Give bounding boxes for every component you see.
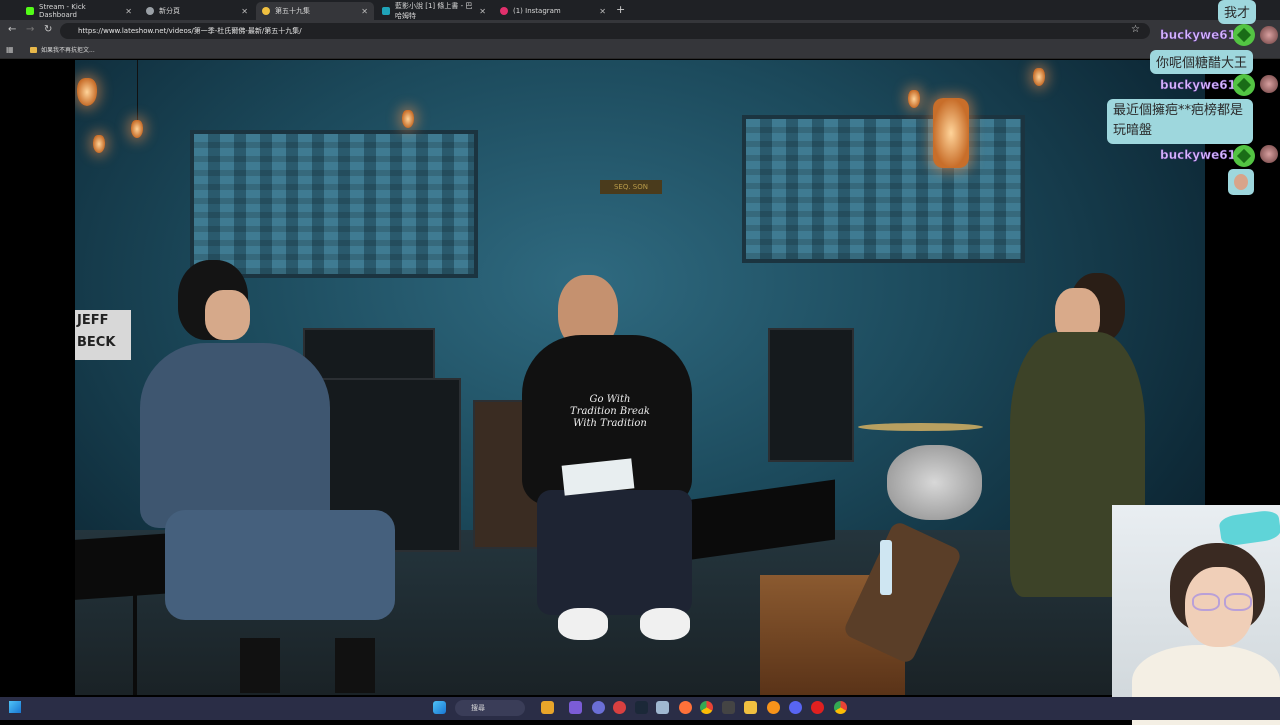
chat-message: 你呢個糖醋大王 — [1150, 50, 1254, 74]
wall-sign: SEQ. SON — [600, 180, 662, 194]
close-icon[interactable]: ✕ — [361, 7, 368, 16]
bahamut-icon — [382, 7, 390, 15]
glasses — [1192, 593, 1220, 611]
chat-username: buckywe615 — [1160, 148, 1245, 162]
address-bar[interactable]: https://www.lateshow.net/videos/第一季-杜氏爾佛… — [60, 23, 1150, 39]
hair-bow — [1218, 508, 1280, 548]
firefox-icon[interactable] — [679, 701, 692, 714]
chat-username: buckywe615 — [1160, 28, 1245, 42]
app-icon[interactable] — [811, 701, 824, 714]
tab-label: (1) Instagram — [513, 7, 561, 15]
instagram-icon — [500, 7, 508, 15]
apps-grid-icon[interactable]: ▦ — [6, 45, 14, 54]
tab-bahamut[interactable]: 藍影小說 [1] 條上書 - 巴哈姆特 ✕ — [376, 2, 492, 20]
music-stand-pole — [133, 590, 137, 695]
avatar — [1260, 75, 1278, 93]
app-icon[interactable] — [613, 701, 626, 714]
close-icon[interactable]: ✕ — [479, 7, 486, 16]
cymbal — [858, 423, 983, 431]
close-icon[interactable]: ✕ — [599, 7, 606, 16]
pendant-lamp — [77, 78, 97, 106]
close-icon[interactable]: ✕ — [125, 7, 132, 16]
close-icon[interactable]: ✕ — [241, 7, 248, 16]
app-icon[interactable] — [767, 701, 780, 714]
app-icon[interactable] — [569, 701, 582, 714]
new-tab-button[interactable]: + — [616, 3, 625, 16]
emote-sticker — [1228, 169, 1254, 195]
video-player[interactable]: SEQ. SON JEFF BECK Go With Tradition Brea… — [75, 60, 1205, 695]
chat-message: 最近個擁疤**疤榜都是玩暗盤 — [1107, 99, 1253, 144]
webcam-overlay — [1112, 505, 1280, 725]
discord-icon[interactable] — [789, 701, 802, 714]
combo-amp — [768, 328, 854, 462]
drum — [887, 445, 982, 520]
avatar — [1260, 26, 1278, 44]
lamp-wire — [137, 60, 138, 120]
taskbar-search[interactable]: 搜尋 — [455, 700, 525, 716]
pendant-lamp — [1033, 68, 1045, 86]
verified-badge-icon — [1233, 24, 1255, 46]
wall-poster-left — [190, 130, 478, 278]
kick-icon — [26, 7, 34, 15]
pendant-lamp — [402, 110, 414, 128]
windows-start-icon[interactable] — [433, 701, 446, 714]
forward-icon[interactable]: → — [26, 24, 34, 35]
bookmark-star-icon[interactable]: ☆ — [1131, 24, 1140, 35]
pendant-lamp-large — [933, 98, 969, 168]
chrome-icon[interactable] — [834, 701, 847, 714]
chat-message: 我才 — [1218, 0, 1257, 24]
tab-label: 新分頁 — [159, 7, 180, 15]
tab-new-tab[interactable]: 新分頁 ✕ — [140, 2, 254, 20]
pendant-lamp — [93, 135, 105, 153]
shirt-print: Go With Tradition Break With Tradition — [570, 394, 650, 429]
url-text: https://www.lateshow.net/videos/第一季-杜氏爾佛… — [78, 27, 302, 35]
bookmark-item[interactable]: 如果我不再抗拒文... — [30, 45, 95, 54]
verified-badge-icon — [1233, 74, 1255, 96]
pendant-lamp — [131, 120, 143, 138]
chrome-icon[interactable] — [700, 701, 713, 714]
chat-text: 你呢個糖醋大王 — [1156, 56, 1248, 71]
tab-label: 第五十九集 — [275, 7, 310, 15]
taskbar: 搜尋 — [0, 697, 1280, 720]
folder-icon[interactable] — [744, 701, 757, 714]
bookmarks-bar: ▦ 如果我不再抗拒文... — [0, 42, 1280, 59]
search-label: 搜尋 — [471, 704, 485, 712]
verified-badge-icon — [1233, 145, 1255, 167]
steam-icon[interactable] — [635, 701, 648, 714]
folder-icon — [30, 46, 37, 53]
chat-text: 我才 — [1224, 6, 1251, 21]
tab-episode-59[interactable]: 第五十九集 ✕ — [256, 2, 374, 20]
chat-username: buckywe615 — [1160, 78, 1245, 92]
bookmark-label: 如果我不再抗拒文... — [41, 47, 95, 54]
browser-toolbar: ← → ↻ https://www.lateshow.net/videos/第一… — [0, 20, 1280, 42]
tab-label: 藍影小說 [1] 條上書 - 巴哈姆特 — [395, 2, 473, 20]
tab-strip: Stream - Kick Dashboard ✕ 新分頁 ✕ 第五十九集 ✕ … — [0, 0, 1280, 20]
glasses — [1224, 593, 1252, 611]
app-icon[interactable] — [541, 701, 554, 714]
globe-icon — [146, 7, 154, 15]
windows-start-icon[interactable] — [9, 701, 21, 713]
tab-instagram[interactable]: (1) Instagram ✕ — [494, 2, 612, 20]
back-icon[interactable]: ← — [8, 24, 16, 35]
app-icon[interactable] — [722, 701, 735, 714]
reload-icon[interactable]: ↻ — [44, 24, 52, 35]
tab-kick-dashboard[interactable]: Stream - Kick Dashboard ✕ — [20, 2, 138, 20]
avatar — [1260, 145, 1278, 163]
app-icon[interactable] — [656, 701, 669, 714]
lateshow-icon — [262, 7, 270, 15]
chat-text: 最近個擁疤**疤榜都是玩暗盤 — [1113, 103, 1244, 138]
app-icon[interactable] — [592, 701, 605, 714]
wall-poster-right — [742, 115, 1025, 263]
tab-label: Stream - Kick Dashboard — [39, 3, 86, 19]
water-bottle — [880, 540, 892, 595]
jeff-beck-sign: JEFF BECK — [75, 310, 131, 360]
guitar-amp-head — [303, 328, 435, 382]
pendant-lamp — [908, 90, 920, 108]
